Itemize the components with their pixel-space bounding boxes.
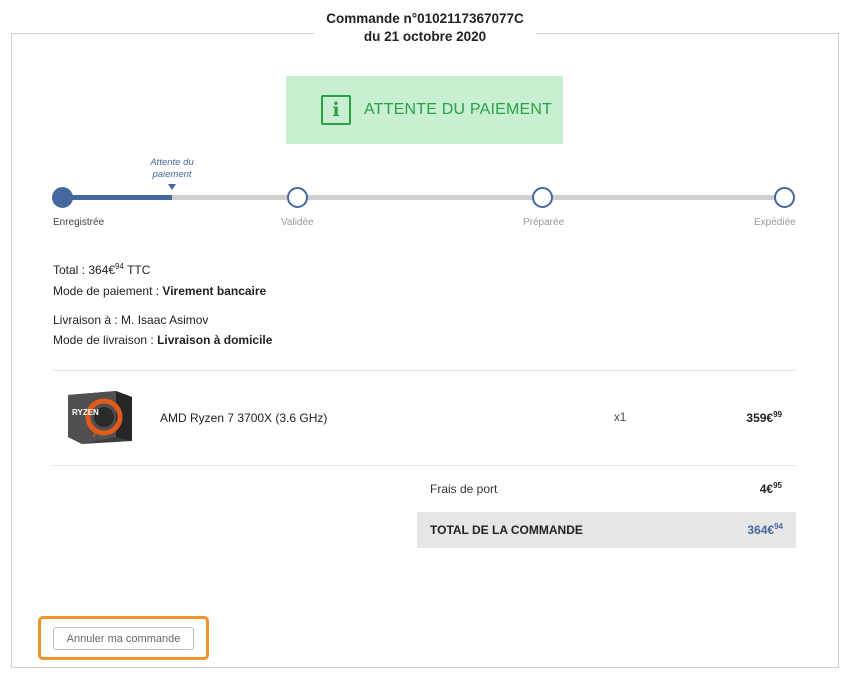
current-step-arrow-icon [168,184,176,190]
current-step-caption: Attente du paiement [140,157,204,181]
current-step-caption-line1: Attente du [150,157,194,168]
product-quantity: x1 [614,412,627,424]
step-dot-expediee [774,187,795,208]
cancel-order-button[interactable]: Annuler ma commande [53,627,194,650]
summary-total: Total : 364€94 TTC [53,262,151,278]
svg-text:RYZEN: RYZEN [72,408,99,417]
step-dot-preparee [532,187,553,208]
step-label-expediee: Expédiée [754,217,796,228]
summary-delivery-mode: Mode de livraison : Livraison à domicile [53,333,273,347]
shipping-fees-value: 4€95 [759,481,782,497]
order-date: du 21 octobre 2020 [363,29,487,44]
divider [53,465,796,466]
summary-delivery-to: Livraison à : M. Isaac Asimov [53,313,209,327]
ryzen-box-image: RYZEN 7 [68,391,132,444]
step-dot-enregistree [52,187,73,208]
order-title: Commande n°0102117367077C [326,11,524,26]
product-name[interactable]: AMD Ryzen 7 3700X (3.6 GHz) [160,411,327,425]
order-total-label: TOTAL DE LA COMMANDE [430,523,583,537]
svg-text:7: 7 [92,429,97,439]
summary-payment: Mode de paiement : Virement bancaire [53,284,267,298]
status-banner: i ATTENTE DU PAIEMENT [286,76,563,144]
current-step-caption-line2: paiement [152,169,192,180]
product-price: 359€99 [746,410,782,426]
step-label-preparee: Préparée [523,217,565,228]
step-label-validee: Validée [281,217,314,228]
progress-fill [62,195,172,200]
order-total-value: 364€94 [747,522,783,538]
shipping-fees-label: Frais de port [430,482,498,496]
step-dot-validee [287,187,308,208]
divider [53,370,796,371]
info-icon: i [321,95,351,125]
step-label-enregistree: Enregistrée [53,217,105,228]
status-label: ATTENTE DU PAIEMENT [364,101,553,118]
order-header: Commande n°0102117367077C du 21 octobre … [0,10,850,46]
order-total-row: TOTAL DE LA COMMANDE 364€94 [417,512,796,548]
